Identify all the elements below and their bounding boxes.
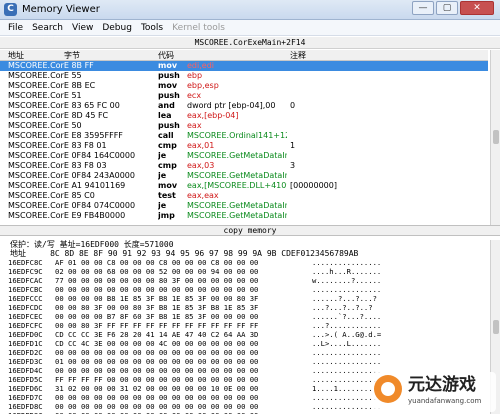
disasm-address: MSCOREE.CorE 83 F8 01: [8, 141, 107, 150]
window-controls: — ▢ ✕: [412, 1, 494, 18]
disasm-operand: MSCOREE.Ordinal141+1237: [187, 131, 287, 140]
current-address-bar: MSCOREE.CorExeMain+2F14: [0, 37, 500, 49]
menu-kernel-tools: Kernel tools: [172, 22, 225, 33]
disasm-row[interactable]: MSCOREE.CorE A1 94101169 mov eax,[MSCOREE.…: [0, 181, 488, 191]
col-header-address[interactable]: 地址: [8, 50, 24, 61]
copy-memory-splitter[interactable]: copy memory: [0, 225, 500, 236]
disasm-operand: eax,[ebp-04]: [187, 111, 239, 120]
disasm-address: MSCOREE.CorE 8D 45 FC: [8, 111, 109, 120]
col-header-opcode[interactable]: 代码: [158, 50, 174, 61]
close-button[interactable]: ✕: [460, 1, 494, 15]
disasm-operand: MSCOREE.GetMetaDataInternal: [187, 201, 287, 210]
disasm-opcode: push: [158, 91, 180, 100]
disasm-opcode: cmp: [158, 161, 177, 170]
disasm-operand: MSCOREE.GetMetaDataInternal: [187, 171, 287, 180]
disasm-opcode: je: [158, 151, 167, 160]
disasm-opcode: mov: [158, 181, 178, 190]
disasm-operand: edi,edi: [187, 61, 214, 70]
disassembler-view[interactable]: MSCOREE.CorE 8B FF mov edi,edi MSCOREE.CorE…: [0, 61, 488, 225]
disasm-address: MSCOREE.CorE 85 C0: [8, 191, 95, 200]
disasm-address: MSCOREE.CorE A1 94101169: [8, 181, 126, 190]
disasm-address: MSCOREE.CorE 0F84 164C0000: [8, 151, 136, 160]
disasm-row[interactable]: MSCOREE.CorE 0F84 164C0000 je MSCOREE.GetM…: [0, 151, 488, 161]
disasm-opcode: mov: [158, 61, 178, 70]
disasm-address: MSCOREE.CorE 8B FF: [8, 61, 94, 70]
disasm-address: MSCOREE.CorE 0F84 074C0000: [8, 201, 136, 210]
disasm-row[interactable]: MSCOREE.CorE 83 F8 01 cmp eax,01 1: [0, 141, 488, 151]
disasm-opcode: push: [158, 71, 180, 80]
title-bar: C Memory Viewer — ▢ ✕: [0, 0, 500, 20]
disasm-scroll-thumb[interactable]: [493, 130, 499, 144]
disasm-operand: MSCOREE.GetMetaDataInternal: [187, 211, 287, 220]
disasm-address: MSCOREE.CorE 50: [8, 121, 82, 130]
disasm-operand: ebp: [187, 71, 203, 80]
site-watermark: 元达游戏 yuandafanwang.com: [372, 372, 496, 412]
disasm-address: MSCOREE.CorE 8B EC: [8, 81, 96, 90]
brand-logo-icon: [374, 375, 402, 403]
menu-search[interactable]: Search: [32, 21, 63, 35]
disasm-opcode: call: [158, 131, 174, 140]
disasm-row[interactable]: MSCOREE.CorE 83 F8 03 cmp eax,03 3: [0, 161, 488, 171]
disasm-row[interactable]: MSCOREE.CorE E8 3595FFFF call MSCOREE.Ordi…: [0, 131, 488, 141]
disasm-address: MSCOREE.CorE E9 FB4B0000: [8, 211, 126, 220]
disasm-row[interactable]: MSCOREE.CorE 51 push ecx: [0, 91, 488, 101]
disasm-opcode: test: [158, 191, 176, 200]
current-address: MSCOREE.CorExeMain+2F14: [194, 38, 306, 47]
disasm-row[interactable]: MSCOREE.CorE 50 push eax: [0, 121, 488, 131]
disasm-comment: 0: [290, 101, 296, 110]
col-header-comment[interactable]: 注释: [290, 50, 306, 61]
disasm-opcode: jmp: [158, 211, 175, 220]
disasm-row[interactable]: MSCOREE.CorE 8B EC mov ebp,esp: [0, 81, 488, 91]
copy-memory-label[interactable]: copy memory: [0, 226, 500, 236]
menu-view[interactable]: View: [72, 21, 93, 35]
menu-file[interactable]: File: [8, 21, 23, 35]
col-header-bytes[interactable]: 字节: [64, 50, 80, 61]
disasm-row[interactable]: MSCOREE.CorE 83 65 FC 00 and dword ptr [eb…: [0, 101, 488, 111]
menu-bar: File Search View Debug Tools Kernel tool…: [0, 20, 500, 36]
disasm-operand: eax,[MSCOREE.DLL+41094]: [187, 181, 287, 190]
disasm-operand: eax,01: [187, 141, 215, 150]
disasm-address: MSCOREE.CorE 0F84 243A0000: [8, 171, 135, 180]
disasm-row[interactable]: MSCOREE.CorE 0F84 074C0000 je MSCOREE.GetM…: [0, 201, 488, 211]
disasm-address: MSCOREE.CorE E8 3595FFFF: [8, 131, 123, 140]
disasm-comment: 3: [290, 161, 296, 170]
menu-debug[interactable]: Debug: [102, 21, 132, 35]
disasm-opcode: je: [158, 201, 167, 210]
app-icon: C: [4, 3, 17, 16]
disasm-address: MSCOREE.CorE 51: [8, 91, 82, 100]
disasm-scrollbar[interactable]: [490, 50, 500, 225]
disasm-opcode: cmp: [158, 141, 177, 150]
disasm-column-headers: 地址 字节 代码 注释: [0, 50, 488, 61]
disasm-operand: MSCOREE.GetMetaDataInternal: [187, 151, 287, 160]
disasm-opcode: je: [158, 171, 167, 180]
window-title: Memory Viewer: [22, 4, 100, 15]
watermark-url: yuandafanwang.com: [408, 397, 482, 405]
disasm-address: MSCOREE.CorE 83 F8 03: [8, 161, 107, 170]
minimize-button[interactable]: —: [412, 1, 434, 15]
disasm-row[interactable]: MSCOREE.CorE 85 C0 test eax,eax: [0, 191, 488, 201]
disasm-opcode: lea: [158, 111, 172, 120]
disasm-address: MSCOREE.CorE 83 65 FC 00: [8, 101, 120, 110]
disasm-comment: 1: [290, 141, 296, 150]
disasm-row[interactable]: MSCOREE.CorE 55 push ebp: [0, 71, 488, 81]
disasm-operand: dword ptr [ebp-04],00: [187, 101, 276, 110]
disasm-operand: ecx: [187, 91, 202, 100]
disasm-operand: eax: [187, 121, 202, 130]
disasm-opcode: mov: [158, 81, 178, 90]
disasm-row[interactable]: MSCOREE.CorE 8B FF mov edi,edi: [0, 61, 488, 71]
disasm-operand: ebp,esp: [187, 81, 219, 90]
disasm-operand: eax,03: [187, 161, 215, 170]
maximize-button[interactable]: ▢: [436, 1, 458, 15]
disasm-row[interactable]: MSCOREE.CorE 8D 45 FC lea eax,[ebp-04]: [0, 111, 488, 121]
disasm-row[interactable]: MSCOREE.CorE E9 FB4B0000 jmp MSCOREE.GetMe…: [0, 211, 488, 221]
watermark-title: 元达游戏: [408, 375, 476, 395]
disasm-comment: [00000000]: [290, 181, 337, 190]
disasm-opcode: push: [158, 121, 180, 130]
disasm-row[interactable]: MSCOREE.CorE 0F84 243A0000 je MSCOREE.GetM…: [0, 171, 488, 181]
disasm-opcode: and: [158, 101, 175, 110]
hex-scroll-thumb[interactable]: [493, 320, 499, 334]
menu-tools[interactable]: Tools: [141, 21, 163, 35]
disasm-address: MSCOREE.CorE 55: [8, 71, 82, 80]
disasm-operand: eax,eax: [187, 191, 219, 200]
